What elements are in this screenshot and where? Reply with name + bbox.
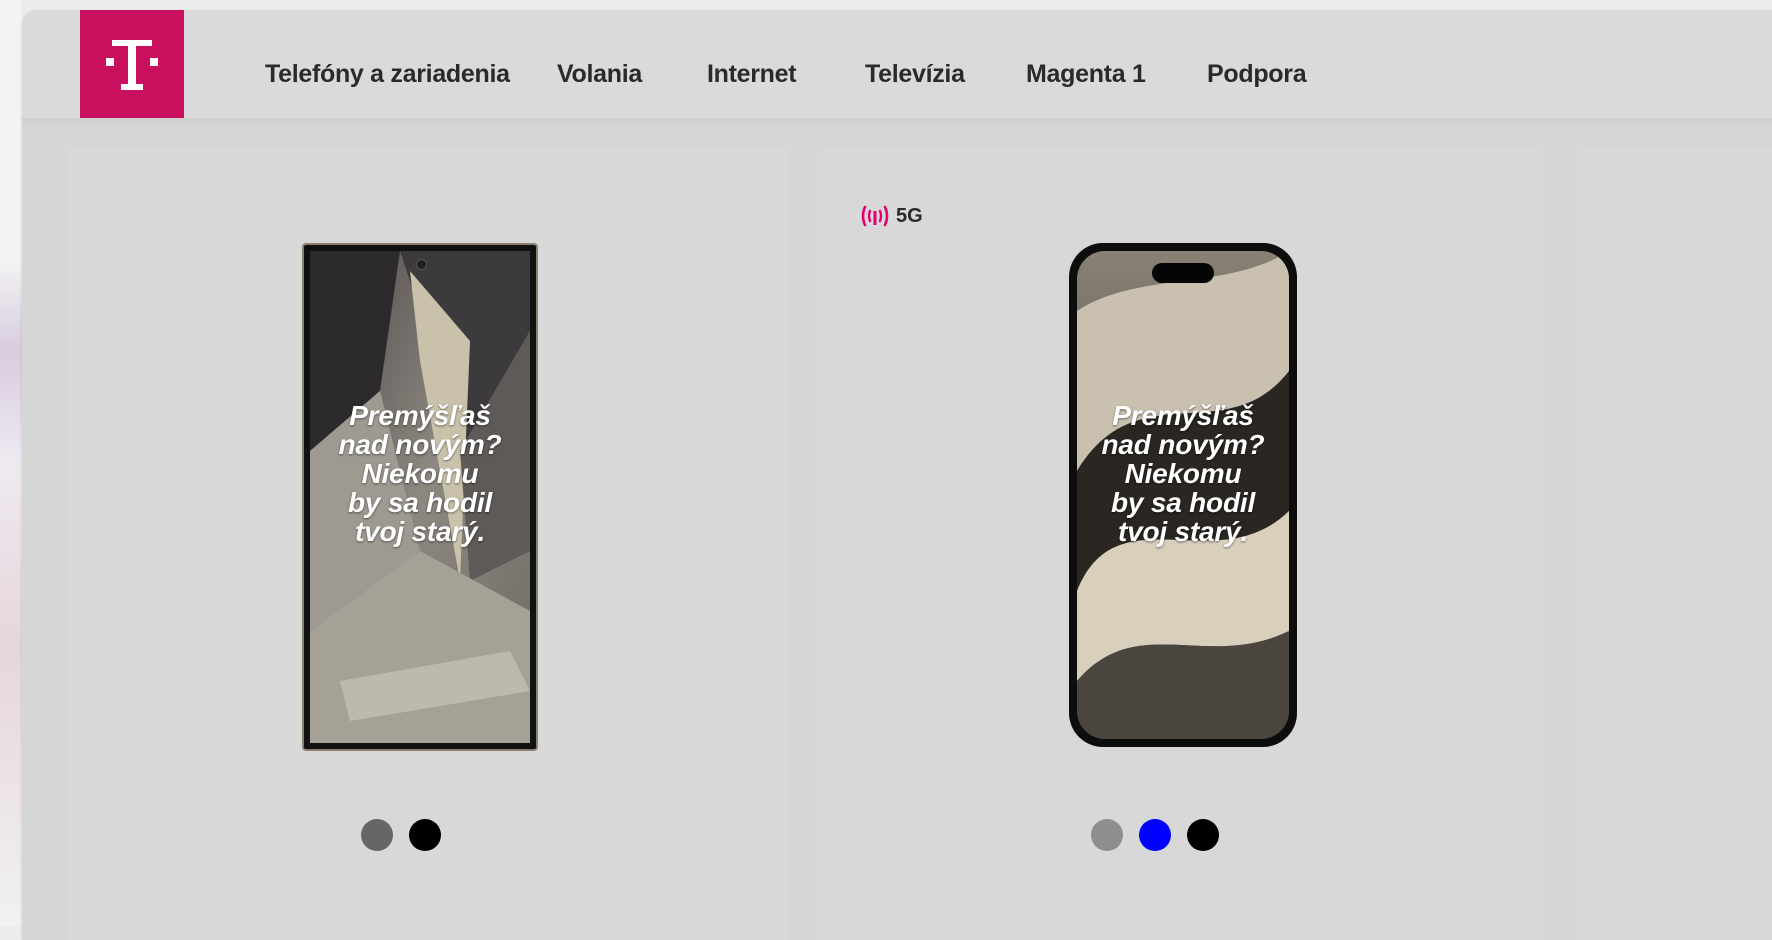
front-camera-icon (416, 259, 427, 270)
badge-5g-label: 5G (896, 204, 923, 227)
main-navigation: Telefóny a zariadenia Volania Internet T… (22, 10, 1772, 118)
product-card[interactable]: Premýšľaš nad novým? Niekomu by sa hodil… (67, 147, 787, 940)
color-swatch[interactable] (1139, 819, 1171, 851)
color-swatches (361, 819, 441, 851)
phone-screen: Premýšľaš nad novým? Niekomu by sa hodil… (1077, 251, 1289, 739)
site-header: Telefóny a zariadenia Volania Internet T… (22, 10, 1772, 118)
nav-item-internet[interactable]: Internet (707, 60, 797, 89)
promo-headline: Premýšľaš nad novým? Niekomu by sa hodil… (1101, 400, 1265, 547)
iphone-icon[interactable]: Premýšľaš nad novým? Niekomu by sa hodil… (1069, 243, 1297, 747)
samsung-phone-icon[interactable]: Premýšľaš nad novým? Niekomu by sa hodil… (302, 243, 538, 751)
signal-5g-icon (861, 205, 889, 227)
nav-item-calls[interactable]: Volania (557, 60, 642, 89)
phone-screen: Premýšľaš nad novým? Niekomu by sa hodil… (310, 251, 530, 743)
product-card[interactable]: 5G Premýšľaš nad novým? Niekomu by sa ho… (822, 147, 1542, 940)
color-swatch[interactable] (1091, 819, 1123, 851)
color-swatch[interactable] (361, 819, 393, 851)
nav-item-support[interactable]: Podpora (1207, 60, 1307, 89)
color-swatches (1091, 819, 1219, 851)
color-swatch[interactable] (1187, 819, 1219, 851)
nav-item-television[interactable]: Televízia (865, 60, 965, 89)
header-divider (22, 118, 1772, 128)
nav-item-phones-devices[interactable]: Telefóny a zariadenia (265, 60, 510, 89)
product-card[interactable] (1577, 147, 1772, 940)
promo-headline: Premýšľaš nad novým? Niekomu by sa hodil… (338, 400, 502, 547)
dynamic-island-icon (1152, 263, 1214, 283)
background-edge (0, 0, 22, 926)
nav-item-magenta-1[interactable]: Magenta 1 (1026, 60, 1146, 89)
badge-5g: 5G (860, 203, 923, 229)
color-swatch[interactable] (409, 819, 441, 851)
page-viewport: Telefóny a zariadenia Volania Internet T… (22, 10, 1772, 940)
